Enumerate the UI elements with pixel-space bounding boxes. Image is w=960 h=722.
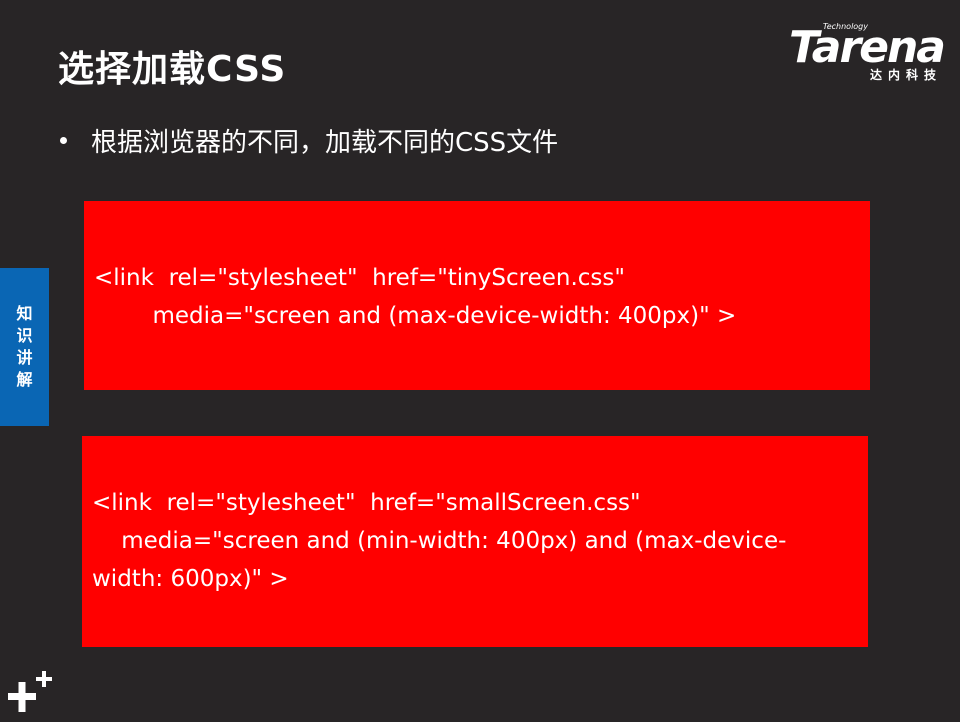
code-block-tiny-screen: <link rel="stylesheet" href="tinyScreen.… [84, 201, 870, 390]
side-tab-char: 解 [16, 370, 33, 389]
bullet-text: 根据浏览器的不同，加载不同的CSS文件 [91, 128, 559, 158]
tarena-logo: Technology Tarena 达内科技 [776, 22, 946, 84]
logo-cn-text: 达内科技 [869, 68, 942, 82]
knowledge-explanation-tab[interactable]: 知 识 讲 解 [0, 268, 49, 426]
bullet-item: 根据浏览器的不同，加载不同的CSS文件 [60, 122, 558, 159]
side-tab-char: 识 [16, 326, 33, 345]
code-line: width: 600px)" > [92, 566, 289, 592]
plus-plus-icon [6, 670, 54, 718]
side-tab-char: 知 [16, 304, 33, 323]
code-line: <link rel="stylesheet" href="smallScreen… [92, 490, 641, 516]
logo-brand-text: Tarena [788, 22, 946, 73]
code-block-small-screen: <link rel="stylesheet" href="smallScreen… [82, 436, 868, 647]
code-line: media="screen and (max-device-width: 400… [94, 303, 737, 329]
side-tab-char: 讲 [16, 348, 33, 367]
slide-title: 选择加载CSS [58, 49, 287, 90]
code-line: media="screen and (min-width: 400px) and… [92, 528, 787, 554]
bullet-dot-icon [60, 137, 67, 144]
code-line: <link rel="stylesheet" href="tinyScreen.… [94, 265, 625, 291]
